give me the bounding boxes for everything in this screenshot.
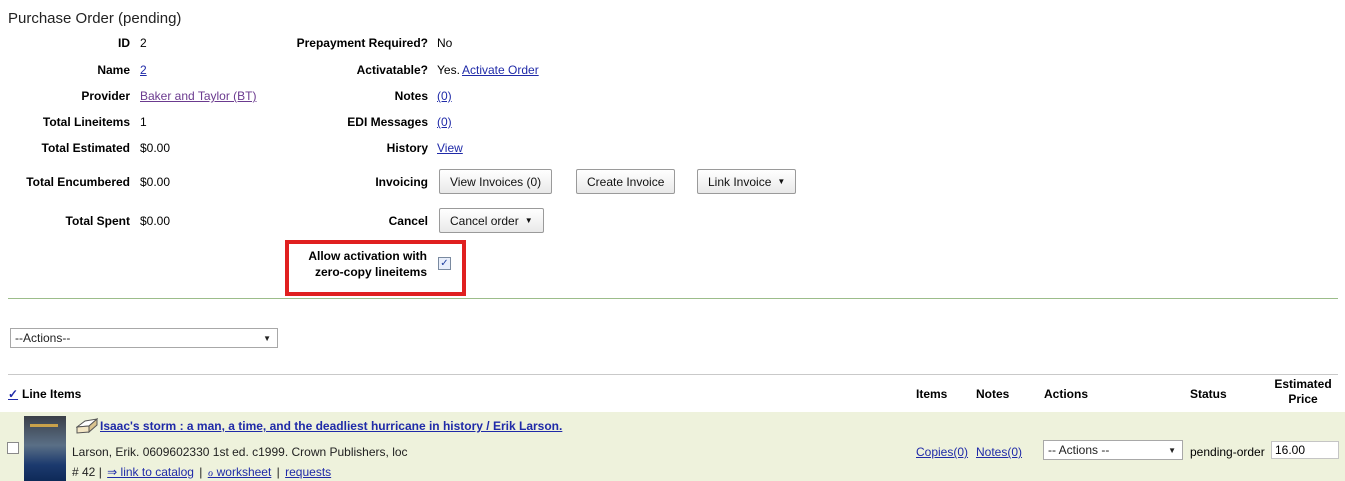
total-lineitems-value: 1	[140, 115, 147, 129]
caret-down-icon: ▼	[524, 216, 533, 225]
name-link[interactable]: 2	[140, 63, 147, 77]
lineitem-details: Larson, Erik. 0609602330 1st ed. c1999. …	[72, 445, 408, 459]
total-lineitems-label: Total Lineitems	[42, 115, 130, 129]
estimated-price-line1: Estimated	[1274, 377, 1332, 391]
link-to-catalog-link[interactable]: ⇒ link to catalog	[107, 465, 194, 479]
notes-label: Notes	[394, 89, 428, 103]
allow-activation-line1: Allow activation with	[308, 249, 427, 263]
total-encumbered-label: Total Encumbered	[26, 175, 130, 189]
open-book-icon	[76, 417, 98, 434]
actions-select[interactable]: --Actions-- ▼	[10, 328, 278, 348]
allow-activation-line2: zero-copy lineitems	[314, 265, 427, 279]
view-invoices-label: View Invoices (0)	[450, 174, 542, 189]
lineitem-notes-link[interactable]: Notes(0)	[976, 445, 1022, 459]
allow-activation-label: Allow activation with zero-copy lineitem…	[290, 248, 427, 280]
link-invoice-button[interactable]: Link Invoice ▼	[697, 169, 797, 194]
page-title: Purchase Order (pending)	[8, 10, 182, 27]
provider-label: Provider	[81, 89, 130, 103]
notes-link[interactable]: (0)	[437, 89, 452, 103]
cancel-order-label: Cancel order	[450, 213, 519, 228]
estimated-price-column-header: Estimated Price	[1268, 377, 1338, 407]
id-value: 2	[140, 36, 147, 50]
status-column-header: Status	[1190, 387, 1227, 401]
lineitem-actions-select[interactable]: -- Actions -- ▼	[1043, 440, 1183, 460]
total-spent-value: $0.00	[140, 214, 171, 228]
lineitem-status: pending-order	[1190, 445, 1265, 459]
history-link[interactable]: View	[437, 141, 463, 155]
items-column-header: Items	[916, 387, 948, 401]
lineitems-divider	[8, 374, 1338, 375]
actions-column-header: Actions	[1044, 387, 1089, 401]
view-invoices-button[interactable]: View Invoices (0)	[439, 169, 553, 194]
history-label: History	[386, 141, 428, 155]
actions-select-value: --Actions--	[15, 331, 71, 345]
lineitem-number: # 42 |	[72, 465, 102, 479]
invoicing-label: Invoicing	[375, 175, 428, 189]
meta-separator: |	[199, 465, 203, 479]
lineitem-title-link[interactable]: Isaac's storm : a man, a time, and the d…	[100, 419, 562, 433]
total-spent-label: Total Spent	[65, 214, 130, 228]
activate-order-link[interactable]: Activate Order	[462, 63, 539, 77]
total-estimated-value: $0.00	[140, 141, 171, 155]
caret-down-icon: ▼	[777, 177, 786, 186]
estimated-price-input[interactable]: 16.00	[1271, 441, 1339, 459]
prepayment-value: No	[437, 36, 453, 50]
section-divider	[8, 298, 1338, 299]
lineitem-meta: # 42 | ⇒ link to catalog | ℴ worksheet |…	[72, 465, 333, 479]
book-cover-image	[24, 416, 66, 481]
lineitem-actions-value: -- Actions --	[1048, 443, 1110, 457]
meta-separator: |	[276, 465, 280, 479]
prepayment-label: Prepayment Required?	[296, 36, 428, 50]
caret-down-icon: ▼	[1168, 445, 1176, 455]
activatable-label: Activatable?	[356, 63, 428, 77]
create-invoice-label: Create Invoice	[587, 174, 665, 189]
link-invoice-label: Link Invoice	[708, 174, 772, 189]
caret-down-icon: ▼	[263, 333, 271, 343]
estimated-price-line2: Price	[1288, 392, 1318, 406]
select-all-check-icon[interactable]: ✓	[8, 387, 18, 401]
total-estimated-label: Total Estimated	[41, 141, 130, 155]
requests-link[interactable]: requests	[285, 465, 331, 479]
activatable-value: Yes.	[437, 63, 460, 77]
edi-messages-label: EDI Messages	[347, 115, 428, 129]
name-label: Name	[97, 63, 130, 77]
allow-activation-checkbox[interactable]: ✓	[438, 257, 451, 270]
total-encumbered-value: $0.00	[140, 175, 171, 189]
create-invoice-button[interactable]: Create Invoice	[576, 169, 676, 194]
edi-messages-link[interactable]: (0)	[437, 115, 452, 129]
copies-link[interactable]: Copies(0)	[916, 445, 968, 459]
worksheet-link[interactable]: ℴ worksheet	[208, 465, 272, 479]
cancel-order-button[interactable]: Cancel order ▼	[439, 208, 544, 233]
id-label: ID	[118, 36, 130, 50]
lineitems-header-title: Line Items	[22, 387, 82, 401]
lineitem-checkbox[interactable]	[7, 442, 19, 454]
notes-column-header: Notes	[976, 387, 1010, 401]
cancel-label: Cancel	[388, 214, 428, 228]
